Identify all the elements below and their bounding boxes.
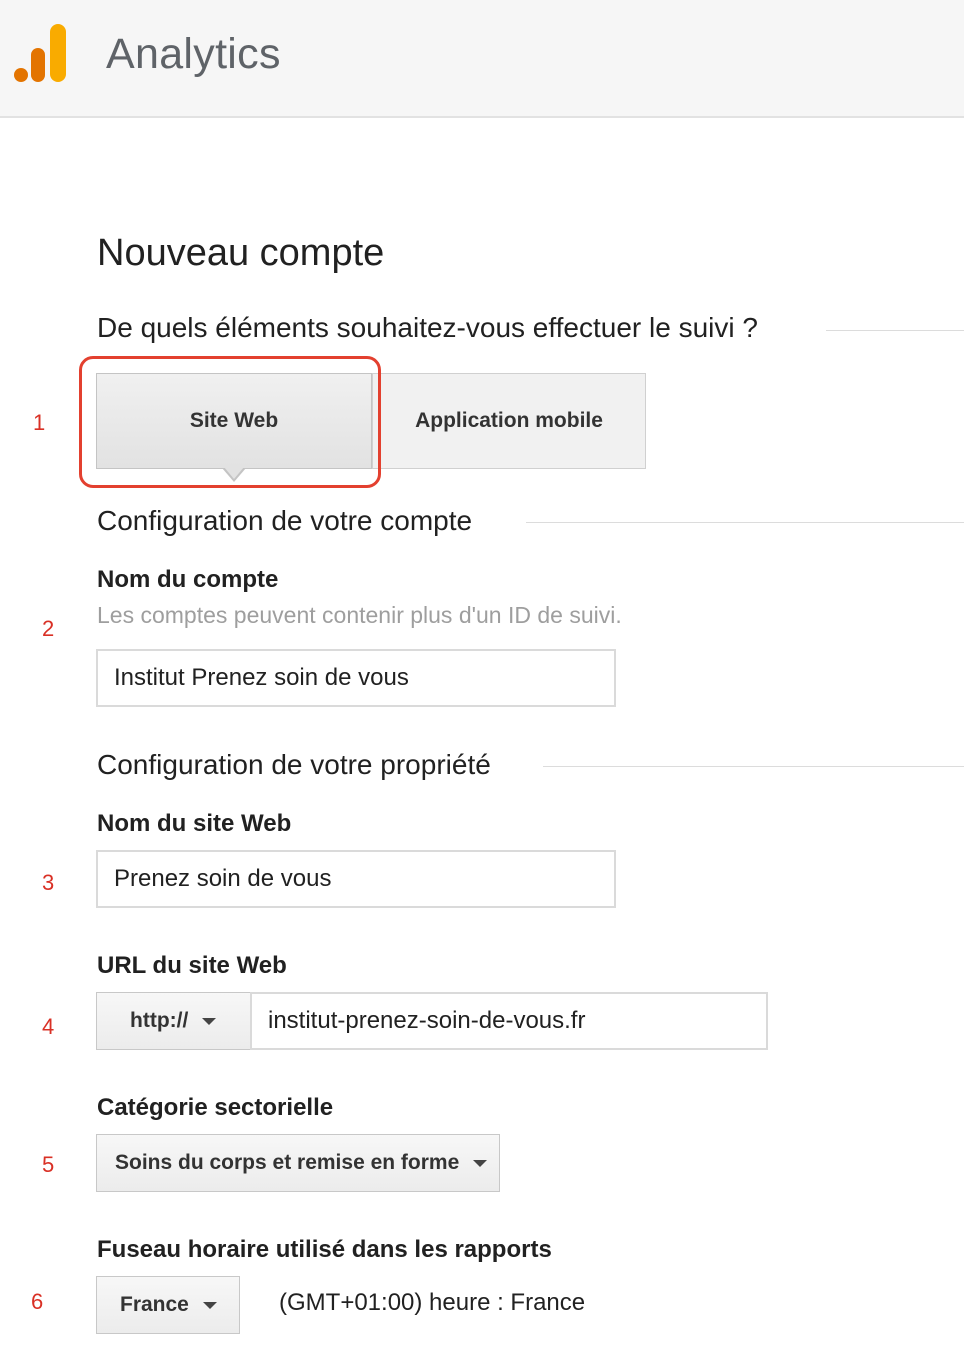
step-number-5: 5 xyxy=(42,1152,55,1177)
industry-category-select[interactable]: Soins du corps et remise en forme xyxy=(96,1134,500,1192)
account-config-heading: Configuration de votre compte xyxy=(97,505,473,536)
analytics-logo-icon[interactable] xyxy=(14,24,68,84)
site-url-input[interactable] xyxy=(250,992,768,1050)
section-divider xyxy=(526,522,964,523)
logo-bar-tall xyxy=(50,24,66,82)
website-option-button[interactable]: Site Web xyxy=(96,373,372,469)
site-name-label: Nom du site Web xyxy=(97,810,292,837)
selection-pointer-fill xyxy=(224,467,244,479)
account-name-help: Les comptes peuvent contenir plus d'un I… xyxy=(97,602,622,628)
tracking-question: De quels éléments souhaitez-vous effectu… xyxy=(97,312,758,343)
chevron-down-icon xyxy=(202,1017,217,1025)
app-title: Analytics xyxy=(106,30,281,78)
timezone-country-select[interactable]: France xyxy=(96,1276,240,1334)
step-number-1: 1 xyxy=(33,410,46,435)
protocol-select[interactable]: http:// xyxy=(96,992,251,1050)
page-title: Nouveau compte xyxy=(97,232,385,274)
site-url-label: URL du site Web xyxy=(97,952,287,979)
step-number-4: 4 xyxy=(42,1014,55,1039)
protocol-select-value: http:// xyxy=(130,1009,189,1032)
timezone-value-text[interactable]: (GMT+01:00) heure : France xyxy=(279,1289,585,1317)
site-name-input[interactable] xyxy=(96,850,616,908)
section-divider xyxy=(543,766,964,767)
timezone-label: Fuseau horaire utilisé dans les rapports xyxy=(97,1236,552,1263)
logo-bar-short xyxy=(14,68,28,82)
chevron-down-icon xyxy=(473,1159,488,1167)
logo-bar-mid xyxy=(31,48,45,82)
step-number-3: 3 xyxy=(42,870,55,895)
mobile-app-option-button[interactable]: Application mobile xyxy=(372,373,646,469)
property-config-heading: Configuration de votre propriété xyxy=(97,749,491,780)
app-header: Analytics xyxy=(0,0,964,118)
section-divider xyxy=(826,330,964,331)
account-name-label: Nom du compte xyxy=(97,566,279,593)
chevron-down-icon xyxy=(202,1301,217,1309)
industry-category-label: Catégorie sectorielle xyxy=(97,1094,334,1121)
step-number-2: 2 xyxy=(42,616,55,641)
account-name-input[interactable] xyxy=(96,649,616,707)
step-number-6: 6 xyxy=(31,1289,44,1314)
industry-category-value: Soins du corps et remise en forme xyxy=(115,1151,460,1174)
timezone-country-value: France xyxy=(120,1293,189,1316)
